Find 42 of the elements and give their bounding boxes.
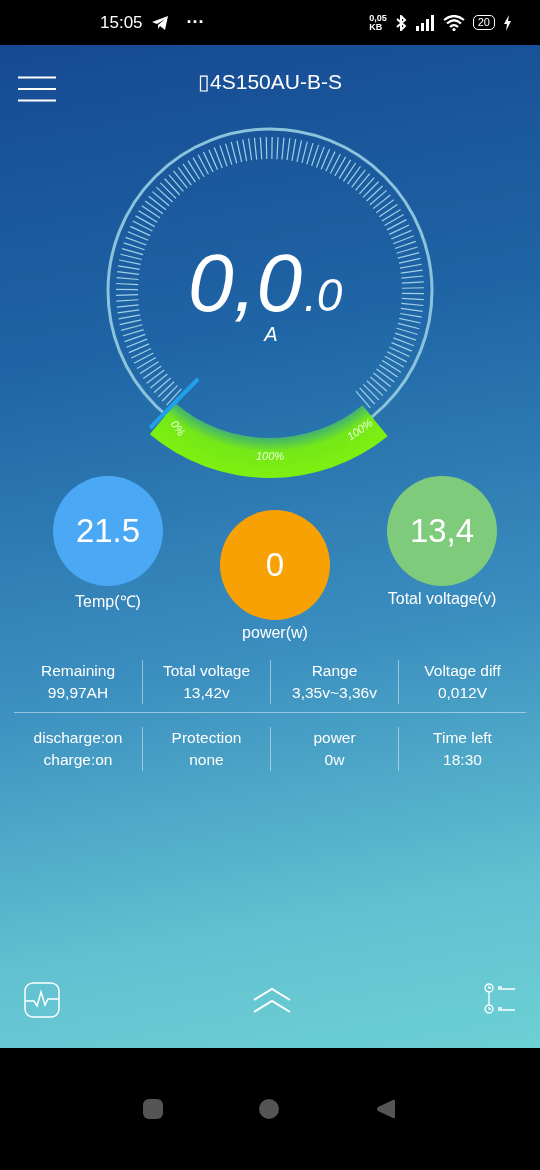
gauge-label: 100% [255,449,285,462]
table-cell-text: Total voltage [163,661,250,681]
signal-icon [414,14,435,31]
table-cell-text: 0,012V [437,683,488,703]
bluetooth-icon [394,14,407,31]
charging-bolt-icon [503,14,512,31]
wifi-icon [442,14,465,31]
table-cell-text: 18:30 [443,750,482,770]
table-cell-text: discharge:on [33,728,123,748]
stat-circle: 0 [220,510,330,620]
table-cell-text: charge:on [43,750,113,770]
stat-label: power(w) [242,624,308,642]
double-chevron-up-icon[interactable] [253,987,291,1013]
pulse-chart-icon[interactable] [24,982,60,1018]
paper-plane-icon [150,14,169,31]
table-cell-text: 0w [324,750,345,770]
stat-circle: 21.5 [53,476,163,586]
battery-indicator: 20 [472,15,495,30]
back-button[interactable] [375,1098,397,1120]
table-cell-text: 13,42v [183,683,230,703]
stat-label: Temp(℃) [75,592,141,612]
clock: 15:05 [100,12,143,33]
network-speed: 0,05 KB [369,13,387,32]
table-cell-text: Remaining [40,661,116,681]
menu-icon[interactable] [18,76,56,102]
table-cell-text: Time left [433,728,492,748]
home-button[interactable] [259,1099,279,1119]
table-cell-text: 3,35v~3,36v [292,683,377,703]
timeline-list-icon[interactable] [484,983,516,1017]
stat-label: Total voltage(v) [387,590,497,608]
table-cell-text: none [189,750,224,770]
stat-circle: 13,4 [387,476,497,586]
more-notifications: ··· [186,12,205,33]
gauge-label: 0% [168,418,188,438]
table-cell-text: Range [311,661,358,681]
table-cell-text: power [313,728,356,748]
table-cell-text: Voltage diff [424,661,501,681]
device-title: ▯4S150AU-B-S [198,70,342,94]
table-cell-text: Protection [171,728,242,748]
current-decimal: .0 [304,269,343,321]
table-cell-text: 99,97AH [47,683,109,703]
recents-button[interactable] [143,1099,163,1119]
